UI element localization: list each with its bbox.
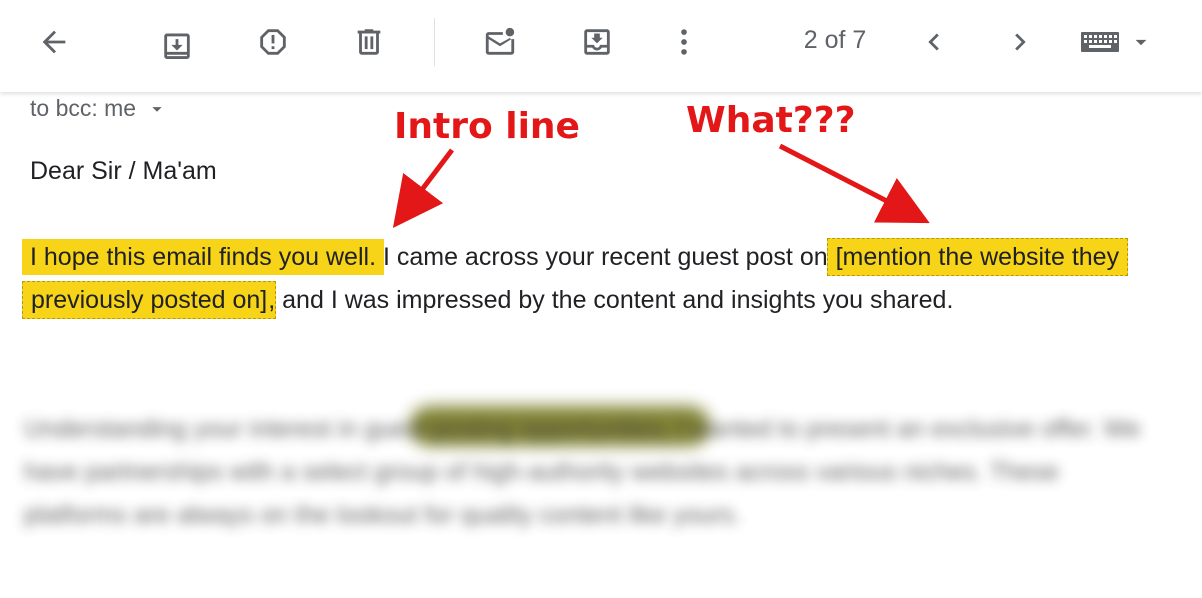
toolbar-divider — [434, 18, 435, 66]
annotation-what: What??? — [686, 100, 856, 141]
mark-unread-icon[interactable] — [480, 22, 520, 62]
intro-line-highlight: I hope this email finds you well. — [22, 239, 385, 275]
what-arrow — [778, 143, 930, 224]
recipient-line[interactable]: to bcc: me — [30, 95, 168, 122]
page-counter: 2 of 7 — [803, 26, 867, 54]
prev-icon[interactable] — [914, 22, 954, 62]
move-to-icon[interactable] — [577, 22, 617, 62]
archive-icon[interactable] — [157, 22, 197, 62]
email-greeting: Dear Sir / Ma'am — [30, 157, 217, 185]
back-arrow-icon[interactable] — [34, 22, 74, 62]
intro-arrow — [392, 148, 454, 228]
next-icon[interactable] — [1000, 22, 1040, 62]
report-spam-icon[interactable] — [253, 22, 293, 62]
delete-icon[interactable] — [349, 22, 389, 62]
recipient-header: to bcc: me — [30, 95, 168, 122]
blurred-paragraph: Understanding your interest in guest pos… — [24, 415, 1141, 529]
email-toolbar: 2 of 7 — [0, 0, 1202, 92]
more-options-icon[interactable] — [664, 22, 704, 62]
body-text-segment: I came across your recent guest post on — [376, 243, 835, 271]
annotation-intro-line: Intro line — [394, 106, 580, 147]
dropdown-icon[interactable] — [1126, 22, 1156, 62]
recipient-label: to bcc: me — [30, 95, 137, 121]
keyboard-icon[interactable] — [1080, 22, 1120, 62]
recipient-dropdown-icon[interactable] — [146, 98, 168, 120]
email-body-paragraph: I hope this email finds you well. I came… — [22, 236, 1170, 322]
body-text-segment: , and I was impressed by the content and… — [268, 286, 954, 314]
